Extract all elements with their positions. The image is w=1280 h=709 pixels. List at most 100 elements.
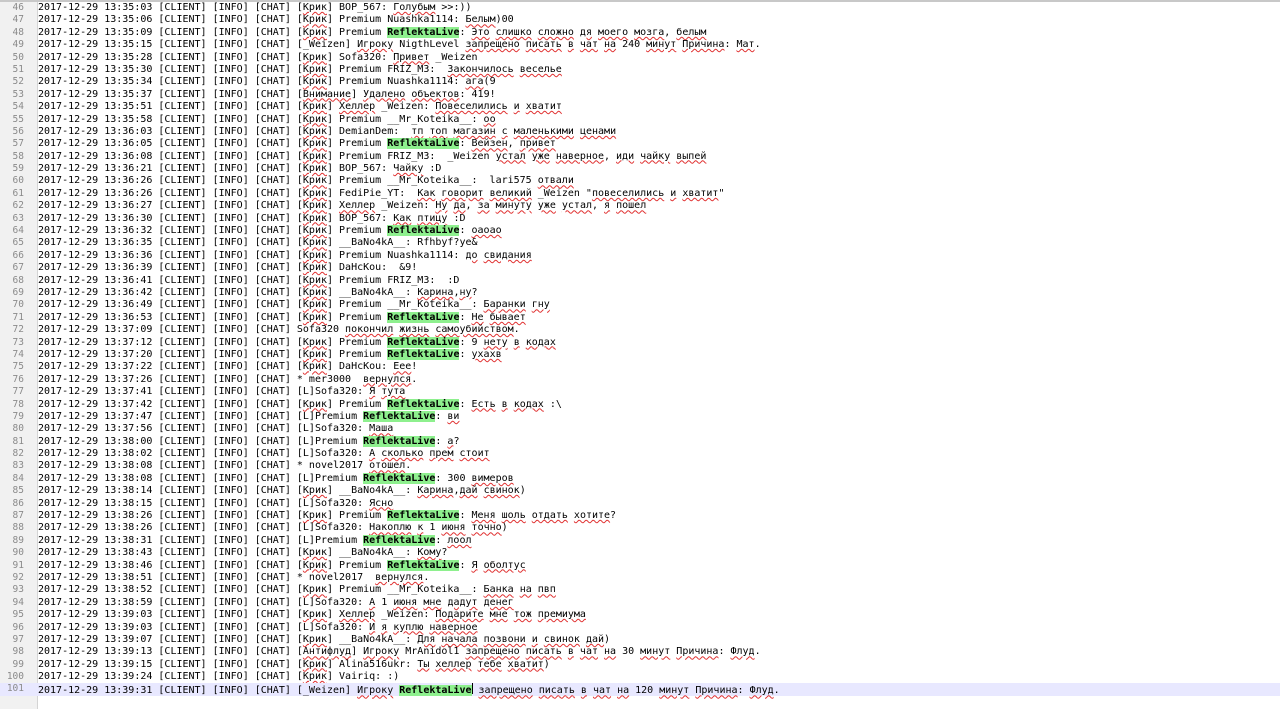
spellcheck-word: отвали	[537, 175, 574, 187]
search-highlight: ReflektaLive	[399, 685, 472, 697]
line-number: 58	[12, 150, 24, 162]
editor-line[interactable]: 90 2017-12-29 13:38:43 [CLIENT] [INFO] [C…	[0, 547, 1280, 559]
spellcheck-word: ви	[447, 410, 460, 422]
editor-line[interactable]: 86 2017-12-29 13:38:15 [CLIENT] [INFO] [C…	[0, 498, 1280, 510]
spellcheck-word: запрещено	[478, 685, 533, 697]
line-number: 73	[12, 336, 24, 348]
editor-line[interactable]: 84 2017-12-29 13:38:08 [CLIENT] [INFO] [C…	[0, 472, 1280, 485]
editor-line[interactable]: 51 2017-12-29 13:35:30 [CLIENT] [INFO] [C…	[0, 64, 1280, 76]
editor-line[interactable]: 74 2017-12-29 13:37:20 [CLIENT] [INFO] [C…	[0, 348, 1280, 361]
editor-line[interactable]: 92 2017-12-29 13:38:51 [CLIENT] [INFO] [C…	[0, 572, 1280, 584]
spellcheck-word: бывает	[489, 311, 526, 323]
editor-line[interactable]: 67 2017-12-29 13:36:39 [CLIENT] [INFO] [C…	[0, 262, 1280, 274]
editor-line[interactable]: 80 2017-12-29 13:37:56 [CLIENT] [INFO] [C…	[0, 423, 1280, 435]
editor-line[interactable]: 89 2017-12-29 13:38:31 [CLIENT] [INFO] [C…	[0, 534, 1280, 547]
text-editor[interactable]: 46 2017-12-29 13:35:03 [CLIENT] [INFO] [C…	[0, 0, 1280, 709]
spellcheck-word: птицу	[417, 212, 448, 224]
editor-line[interactable]: 79 2017-12-29 13:37:47 [CLIENT] [INFO] [C…	[0, 410, 1280, 423]
editor-line[interactable]: 95 2017-12-29 13:39:03 [CLIENT] [INFO] [C…	[0, 609, 1280, 621]
editor-line[interactable]: 76 2017-12-29 13:37:26 [CLIENT] [INFO] [C…	[0, 374, 1280, 386]
spellcheck-word: Вейзен	[471, 138, 508, 150]
line-text: 2017-12-29 13:35:06 [CLIENT] [INFO] [CHA…	[38, 14, 514, 26]
editor-line[interactable]: 53 2017-12-29 13:35:37 [CLIENT] [INFO] [C…	[0, 89, 1280, 101]
editor-line[interactable]: 52 2017-12-29 13:35:34 [CLIENT] [INFO] [C…	[0, 76, 1280, 88]
line-text: 2017-12-29 13:36:42 [CLIENT] [INFO] [CHA…	[38, 286, 478, 298]
line-text: 2017-12-29 13:37:20 [CLIENT] [INFO] [CHA…	[38, 348, 502, 360]
spellcheck-word: Антифлуд	[302, 646, 352, 658]
editor-line[interactable]: 81 2017-12-29 13:38:00 [CLIENT] [INFO] [C…	[0, 435, 1280, 448]
editor-line[interactable]: 96 2017-12-29 13:39:03 [CLIENT] [INFO] [C…	[0, 622, 1280, 634]
editor-line[interactable]: 83 2017-12-29 13:38:08 [CLIENT] [INFO] [C…	[0, 460, 1280, 472]
editor-line[interactable]: 64 2017-12-29 13:36:32 [CLIENT] [INFO] [C…	[0, 225, 1280, 237]
editor-line[interactable]: 72 2017-12-29 13:37:09 [CLIENT] [INFO] [C…	[0, 324, 1280, 336]
editor-line[interactable]: 97 2017-12-29 13:39:07 [CLIENT] [INFO] [C…	[0, 634, 1280, 646]
editor-line[interactable]: 87 2017-12-29 13:38:26 [CLIENT] [INFO] [C…	[0, 510, 1280, 522]
line-text: 2017-12-29 13:36:49 [CLIENT] [INFO] [CHA…	[38, 299, 550, 311]
editor-line[interactable]: 48 2017-12-29 13:35:09 [CLIENT] [INFO] [C…	[0, 26, 1280, 39]
spellcheck-word: Крик	[302, 336, 327, 348]
spellcheck-word: Флуд	[749, 685, 774, 697]
line-text: 2017-12-29 13:35:34 [CLIENT] [INFO] [CHA…	[38, 76, 496, 88]
editor-line[interactable]: 68 2017-12-29 13:36:41 [CLIENT] [INFO] [C…	[0, 275, 1280, 287]
editor-line[interactable]: 61 2017-12-29 13:36:26 [CLIENT] [INFO] [C…	[0, 188, 1280, 200]
editor-line[interactable]: 62 2017-12-29 13:36:27 [CLIENT] [INFO] [C…	[0, 200, 1280, 212]
editor-line[interactable]: 71 2017-12-29 13:36:53 [CLIENT] [INFO] [C…	[0, 311, 1280, 324]
editor-line[interactable]: 93 2017-12-29 13:38:52 [CLIENT] [INFO] [C…	[0, 584, 1280, 596]
editor-line[interactable]: 78 2017-12-29 13:37:42 [CLIENT] [INFO] [C…	[0, 398, 1280, 411]
line-number: 82	[12, 448, 24, 460]
editor-line[interactable]: 100 2017-12-29 13:39:24 [CLIENT] [INFO] […	[0, 671, 1280, 683]
line-number: 59	[12, 163, 24, 175]
line-text: 2017-12-29 13:38:26 [CLIENT] [INFO] [CHA…	[38, 522, 508, 534]
spellcheck-word: Чайку	[393, 163, 424, 175]
current-line[interactable]: 101 2017-12-29 13:39:31 [CLIENT] [INFO] […	[0, 683, 1280, 697]
editor-line[interactable]: 54 2017-12-29 13:35:51 [CLIENT] [INFO] [C…	[0, 101, 1280, 113]
line-text: 2017-12-29 13:36:03 [CLIENT] [INFO] [CHA…	[38, 125, 617, 137]
line-number: 86	[12, 497, 24, 509]
spellcheck-word: Кому	[417, 547, 442, 559]
editor-line[interactable]: 77 2017-12-29 13:37:41 [CLIENT] [INFO] [C…	[0, 386, 1280, 398]
spellcheck-word: премиума	[537, 609, 586, 621]
spellcheck-word: Крик	[302, 237, 327, 249]
spellcheck-word: Меня	[471, 510, 496, 522]
line-number: 89	[12, 534, 24, 546]
spellcheck-word: Не	[471, 311, 484, 323]
line-text: 2017-12-29 13:37:42 [CLIENT] [INFO] [CHA…	[38, 398, 562, 410]
editor-line[interactable]: 85 2017-12-29 13:38:14 [CLIENT] [INFO] [C…	[0, 485, 1280, 497]
spellcheck-word: слишко	[495, 26, 532, 38]
editor-line[interactable]: 88 2017-12-29 13:38:26 [CLIENT] [INFO] [C…	[0, 522, 1280, 534]
editor-line[interactable]: 46 2017-12-29 13:35:03 [CLIENT] [INFO] [C…	[0, 2, 1280, 14]
spellcheck-word: тута	[381, 386, 406, 398]
line-text: 2017-12-29 13:36:27 [CLIENT] [INFO] [CHA…	[38, 200, 647, 212]
editor-line[interactable]: 98 2017-12-29 13:39:13 [CLIENT] [INFO] [C…	[0, 646, 1280, 658]
editor-line[interactable]: 59 2017-12-29 13:36:21 [CLIENT] [INFO] [C…	[0, 163, 1280, 175]
spellcheck-word: кодах	[513, 398, 544, 410]
editor-line[interactable]: 99 2017-12-29 13:39:15 [CLIENT] [INFO] [C…	[0, 659, 1280, 671]
editor-line[interactable]: 73 2017-12-29 13:37:12 [CLIENT] [INFO] [C…	[0, 336, 1280, 349]
editor-line[interactable]: 82 2017-12-29 13:38:02 [CLIENT] [INFO] [C…	[0, 448, 1280, 460]
editor-line[interactable]: 75 2017-12-29 13:37:22 [CLIENT] [INFO] [C…	[0, 361, 1280, 373]
spellcheck-word: шоль	[501, 510, 526, 522]
editor-line[interactable]: 56 2017-12-29 13:36:03 [CLIENT] [INFO] [C…	[0, 126, 1280, 138]
spellcheck-word: чат	[579, 646, 598, 658]
editor-line[interactable]: 49 2017-12-29 13:35:15 [CLIENT] [INFO] [C…	[0, 39, 1280, 51]
line-number: 93	[12, 584, 24, 596]
editor-line[interactable]: 57 2017-12-29 13:36:05 [CLIENT] [INFO] [C…	[0, 138, 1280, 150]
editor-line[interactable]: 94 2017-12-29 13:38:59 [CLIENT] [INFO] [C…	[0, 597, 1280, 609]
editor-line[interactable]: 69 2017-12-29 13:36:42 [CLIENT] [INFO] [C…	[0, 287, 1280, 299]
editor-line[interactable]: 65 2017-12-29 13:36:35 [CLIENT] [INFO] [C…	[0, 237, 1280, 249]
editor-line[interactable]: 63 2017-12-29 13:36:30 [CLIENT] [INFO] [C…	[0, 213, 1280, 225]
spellcheck-word: Крик	[302, 76, 327, 88]
line-number: 95	[12, 609, 24, 621]
editor-text-area[interactable]: 46 2017-12-29 13:35:03 [CLIENT] [INFO] [C…	[0, 2, 1280, 697]
editor-line[interactable]: 70 2017-12-29 13:36:49 [CLIENT] [INFO] [C…	[0, 299, 1280, 311]
editor-line[interactable]: 66 2017-12-29 13:36:36 [CLIENT] [INFO] [C…	[0, 250, 1280, 262]
editor-line[interactable]: 55 2017-12-29 13:35:58 [CLIENT] [INFO] [C…	[0, 114, 1280, 126]
line-text: 2017-12-29 13:35:09 [CLIENT] [INFO] [CHA…	[38, 26, 707, 38]
editor-line[interactable]: 91 2017-12-29 13:38:46 [CLIENT] [INFO] [C…	[0, 559, 1280, 572]
editor-line[interactable]: 58 2017-12-29 13:36:08 [CLIENT] [INFO] [C…	[0, 151, 1280, 163]
editor-line[interactable]: 50 2017-12-29 13:35:28 [CLIENT] [INFO] [C…	[0, 52, 1280, 64]
spellcheck-word: ага	[465, 76, 484, 88]
editor-line[interactable]: 60 2017-12-29 13:36:26 [CLIENT] [INFO] [C…	[0, 175, 1280, 187]
editor-line[interactable]: 47 2017-12-29 13:35:06 [CLIENT] [INFO] [C…	[0, 14, 1280, 26]
line-text: 2017-12-29 13:38:15 [CLIENT] [INFO] [CHA…	[38, 497, 394, 509]
